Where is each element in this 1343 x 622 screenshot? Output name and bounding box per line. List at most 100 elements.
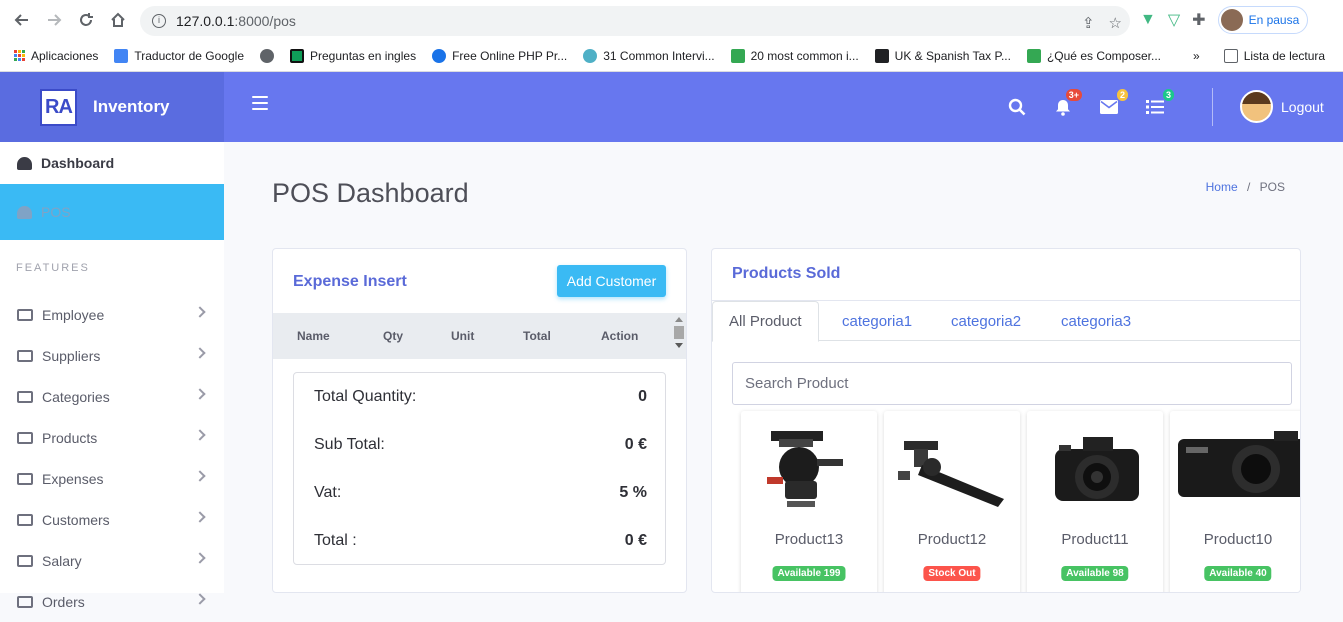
scroll-up-icon[interactable]	[675, 317, 683, 322]
tab-categoria2[interactable]: categoria2	[951, 301, 1021, 341]
add-customer-button[interactable]: Add Customer	[557, 265, 666, 297]
totals-box: Total Quantity: 0 Sub Total: 0 € Vat: 5 …	[293, 372, 666, 565]
notifications-badge: 3+	[1065, 89, 1082, 101]
stock-status-badge: Available 199	[772, 566, 846, 581]
sidebar-item-pos[interactable]: POS	[0, 184, 224, 240]
user-menu[interactable]: Logout	[1240, 90, 1324, 123]
expense-card-title: Expense Insert	[293, 273, 407, 290]
window-icon	[17, 513, 33, 526]
breadcrumb-home-link[interactable]: Home	[1206, 180, 1238, 194]
sidebar-item-suppliers[interactable]: Suppliers	[0, 335, 224, 376]
sidebar-item-categories[interactable]: Categories	[0, 376, 224, 417]
brand[interactable]: RA Inventory	[0, 72, 224, 142]
bookmark-preguntas[interactable]: Preguntas en ingles	[290, 48, 416, 63]
vue-extension-2-icon[interactable]: ▽	[1168, 10, 1180, 30]
extensions-puzzle-icon[interactable]: ✚	[1192, 10, 1205, 30]
total-row: Total : 0 €	[314, 532, 647, 550]
sidebar-item-employee[interactable]: Employee	[0, 294, 224, 335]
bookmark-common[interactable]: 20 most common i...	[730, 48, 859, 63]
scroll-thumb[interactable]	[674, 326, 684, 339]
address-bar[interactable]: i 127.0.0.1:8000/pos ⇪ ☆	[140, 6, 1130, 36]
table-scrollbar[interactable]	[674, 315, 684, 355]
sidebar-item-orders[interactable]: Orders	[0, 581, 224, 622]
product-image-dslr-camera	[1035, 419, 1155, 514]
tab-all-product[interactable]: All Product	[712, 301, 819, 342]
bookmark-interview[interactable]: 31 Common Intervi...	[583, 48, 715, 63]
more-chevron-icon: »	[1193, 48, 1200, 63]
search-product-input[interactable]: Search Product	[732, 362, 1292, 405]
sidebar-item-salary[interactable]: Salary	[0, 540, 224, 581]
window-icon	[17, 595, 33, 608]
site-favicon-icon	[874, 48, 889, 63]
tab-categoria3[interactable]: categoria3	[1061, 301, 1131, 341]
brand-logo: RA	[40, 88, 77, 126]
tachometer-icon	[17, 205, 32, 219]
product-card[interactable]: Product11 Available 98	[1027, 411, 1163, 592]
total-quantity-label: Total Quantity:	[314, 388, 417, 405]
logout-link[interactable]: Logout	[1281, 99, 1324, 115]
product-card[interactable]: Product12 Stock Out	[884, 411, 1020, 592]
vue-extension-icon[interactable]: ▼	[1140, 11, 1156, 29]
breadcrumb-separator: /	[1246, 180, 1251, 194]
chevron-right-icon	[194, 388, 206, 400]
star-icon[interactable]: ☆	[1109, 14, 1122, 32]
info-icon[interactable]: i	[152, 14, 166, 28]
bookmarks-bar: Aplicaciones Traductor de Google Pregunt…	[0, 40, 1343, 72]
sub-total-label: Sub Total:	[314, 436, 385, 453]
messages-envelope-icon[interactable]: 2	[1098, 89, 1128, 118]
tab-categoria1[interactable]: categoria1	[842, 301, 912, 341]
reading-list-label: Lista de lectura	[1243, 48, 1326, 63]
product-card[interactable]: Product13 Available 199	[741, 411, 877, 592]
column-header-action: Action	[601, 329, 639, 343]
sidebar-item-label: Employee	[42, 306, 105, 323]
user-avatar	[1240, 90, 1273, 123]
home-icon[interactable]	[102, 4, 134, 36]
sidebar: Dashboard POS FEATURES Employee Supplier…	[0, 142, 224, 610]
bookmark-label: 20 most common i...	[750, 48, 859, 63]
sidebar-item-products[interactable]: Products	[0, 417, 224, 458]
menu-toggle-icon[interactable]	[252, 96, 268, 110]
bookmark-composer[interactable]: ¿Qué es Composer...	[1026, 48, 1161, 63]
profile-button[interactable]: En pausa	[1217, 6, 1309, 34]
bookmark-globe[interactable]	[260, 48, 274, 63]
sidebar-item-label: Salary	[42, 552, 82, 569]
sidebar-item-label: POS	[41, 204, 71, 220]
vat-value: 5 %	[619, 484, 647, 501]
window-icon	[17, 308, 33, 321]
bookmark-label: 31 Common Intervi...	[603, 48, 715, 63]
tachometer-icon	[17, 156, 32, 170]
bookmark-label: Free Online PHP Pr...	[452, 48, 568, 63]
total-label: Total :	[314, 532, 357, 549]
tasks-list-icon[interactable]: 3	[1144, 89, 1174, 118]
vat-row: Vat: 5 %	[314, 484, 647, 502]
sidebar-item-customers[interactable]: Customers	[0, 499, 224, 540]
cart-table-header: Name Qty Unit Total Action	[273, 313, 686, 359]
product-name: Product11	[1061, 531, 1129, 548]
search-icon[interactable]	[1006, 96, 1028, 118]
bookmark-translate[interactable]: Traductor de Google	[114, 48, 244, 63]
forward-icon[interactable]	[38, 4, 70, 36]
product-card[interactable]: Product10 Available 40	[1170, 411, 1300, 592]
window-icon	[17, 472, 33, 485]
window-icon	[17, 349, 33, 362]
bookmark-apps[interactable]: Aplicaciones	[14, 49, 98, 63]
notifications-bell-icon[interactable]: 3+	[1052, 89, 1082, 118]
bookmark-label: Traductor de Google	[134, 48, 244, 63]
reading-list[interactable]: Lista de lectura	[1223, 48, 1326, 63]
scroll-down-icon[interactable]	[675, 343, 683, 348]
navbar-divider	[1212, 88, 1213, 126]
bookmarks-more[interactable]: »	[1193, 49, 1200, 63]
sidebar-item-dashboard[interactable]: Dashboard	[0, 142, 224, 184]
product-image-compact-camera	[1178, 419, 1300, 514]
bookmark-php[interactable]: Free Online PHP Pr...	[432, 48, 568, 63]
product-name: Product10	[1203, 531, 1273, 548]
reload-icon[interactable]	[70, 4, 102, 36]
bookmark-tax[interactable]: UK & Spanish Tax P...	[874, 48, 1011, 63]
bookmark-label: UK & Spanish Tax P...	[894, 48, 1011, 63]
sidebar-item-expenses[interactable]: Expenses	[0, 458, 224, 499]
php-favicon-icon	[432, 48, 447, 63]
url-host: 127.0.0.1	[176, 13, 235, 29]
back-icon[interactable]	[6, 4, 38, 36]
share-icon[interactable]: ⇪	[1082, 14, 1095, 32]
chevron-right-icon	[194, 552, 206, 564]
